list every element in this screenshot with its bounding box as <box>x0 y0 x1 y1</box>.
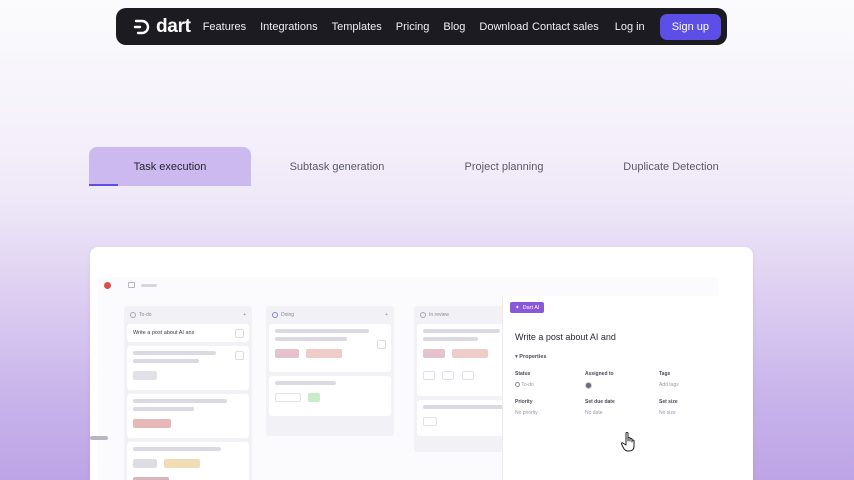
checkbox-icon <box>235 329 244 338</box>
nav-actions: Contact sales Log in Sign up <box>532 13 721 40</box>
assignee-property[interactable]: Assigned to <box>585 371 614 391</box>
brand-logo[interactable]: dart <box>132 16 191 38</box>
column-title: To-do <box>139 311 152 318</box>
brand-name: dart <box>156 15 191 37</box>
column-header: Doing + <box>269 309 391 320</box>
task-card[interactable] <box>269 324 391 372</box>
app-topbar <box>98 277 718 293</box>
checkbox-icon <box>235 351 244 360</box>
nav-link-templates[interactable]: Templates <box>332 21 382 33</box>
prop-value: To-do <box>515 382 534 388</box>
board-column-todo: To-do + Write a post about AI ans <box>124 306 252 480</box>
nav-link-download[interactable]: Download <box>479 21 528 33</box>
contact-sales-link[interactable]: Contact sales <box>532 21 599 33</box>
top-nav: dart Features Integrations Templates Pri… <box>116 8 727 45</box>
prop-value: No priority <box>515 410 538 416</box>
task-title: Write a post about AI ans <box>133 330 195 336</box>
task-title-field[interactable]: Write a post about AI and <box>515 332 616 342</box>
todo-status-icon <box>515 382 520 388</box>
scroll-indicator <box>90 436 108 440</box>
status-icon <box>272 311 278 318</box>
add-icon[interactable]: + <box>385 312 388 318</box>
avatar <box>585 382 592 389</box>
nav-link-integrations[interactable]: Integrations <box>260 21 317 33</box>
task-card[interactable] <box>127 346 249 390</box>
prop-label: Status <box>515 371 531 377</box>
prop-value <box>585 382 614 391</box>
task-card[interactable] <box>127 394 249 438</box>
tab-task-execution[interactable]: Task execution <box>89 147 251 186</box>
tab-label: Duplicate Detection <box>623 160 719 173</box>
nav-link-features[interactable]: Features <box>203 21 246 33</box>
tab-label: Subtask generation <box>289 160 385 173</box>
feature-tabs: Task execution Subtask generation Projec… <box>89 147 759 186</box>
prop-value: Add tags <box>659 382 679 388</box>
status-icon <box>420 311 426 318</box>
column-header: To-do + <box>127 309 249 320</box>
checkbox-icon <box>377 340 386 349</box>
chevron-down-icon: ▾ <box>515 354 518 360</box>
hand-cursor-icon <box>620 431 635 452</box>
tab-subtask-generation[interactable]: Subtask generation <box>256 147 418 186</box>
tab-label: Project planning <box>464 160 544 173</box>
task-card[interactable] <box>127 442 249 480</box>
app-preview: To-do + Write a post about AI ans Doing … <box>98 277 718 480</box>
prop-value: No date <box>585 410 603 416</box>
login-link[interactable]: Log in <box>615 21 645 33</box>
signup-button[interactable]: Sign up <box>659 13 721 40</box>
size-property[interactable]: Set size No size <box>659 399 678 416</box>
ai-badge-label: Dart AI <box>522 304 540 311</box>
tab-label: Task execution <box>133 160 207 173</box>
task-detail-panel: ✦ Dart AI Write a post about AI and ▾ Pr… <box>502 296 718 480</box>
tab-project-planning[interactable]: Project planning <box>423 147 585 186</box>
column-title: In review <box>429 311 450 318</box>
breadcrumb <box>141 283 157 287</box>
prop-label: Set size <box>659 399 678 405</box>
product-preview-card: To-do + Write a post about AI ans Doing … <box>90 247 753 480</box>
prop-value: No size <box>659 410 676 416</box>
add-icon[interactable]: + <box>243 312 246 318</box>
nav-link-pricing[interactable]: Pricing <box>396 21 430 33</box>
properties-heading: ▾ Properties <box>515 354 547 360</box>
priority-property[interactable]: Priority No priority <box>515 399 538 416</box>
nav-link-blog[interactable]: Blog <box>443 21 465 33</box>
task-card[interactable]: Write a post about AI ans <box>127 324 249 342</box>
nav-links: Features Integrations Templates Pricing … <box>203 21 529 33</box>
tab-duplicate-detection[interactable]: Duplicate Detection <box>590 147 752 186</box>
prop-label: Tags <box>659 371 671 377</box>
dart-logo-icon <box>133 19 150 34</box>
dart-ai-button[interactable]: ✦ Dart AI <box>510 302 545 313</box>
status-property[interactable]: Status To-do <box>515 371 534 388</box>
tab-progress-bar <box>89 184 119 186</box>
column-title: Doing <box>281 311 295 318</box>
properties-label: Properties <box>519 354 547 360</box>
prop-label: Assigned to <box>585 371 614 377</box>
due-date-property[interactable]: Set due date No date <box>585 399 615 416</box>
folder-icon <box>128 282 135 288</box>
workspace-avatar <box>104 281 111 289</box>
status-icon <box>130 311 136 318</box>
task-card[interactable] <box>269 376 391 416</box>
sparkle-icon: ✦ <box>515 304 520 311</box>
board-column-doing: Doing + <box>266 306 394 436</box>
tags-property[interactable]: Tags Add tags <box>659 371 679 388</box>
prop-label: Priority <box>515 399 533 405</box>
prop-label: Set due date <box>585 399 615 405</box>
